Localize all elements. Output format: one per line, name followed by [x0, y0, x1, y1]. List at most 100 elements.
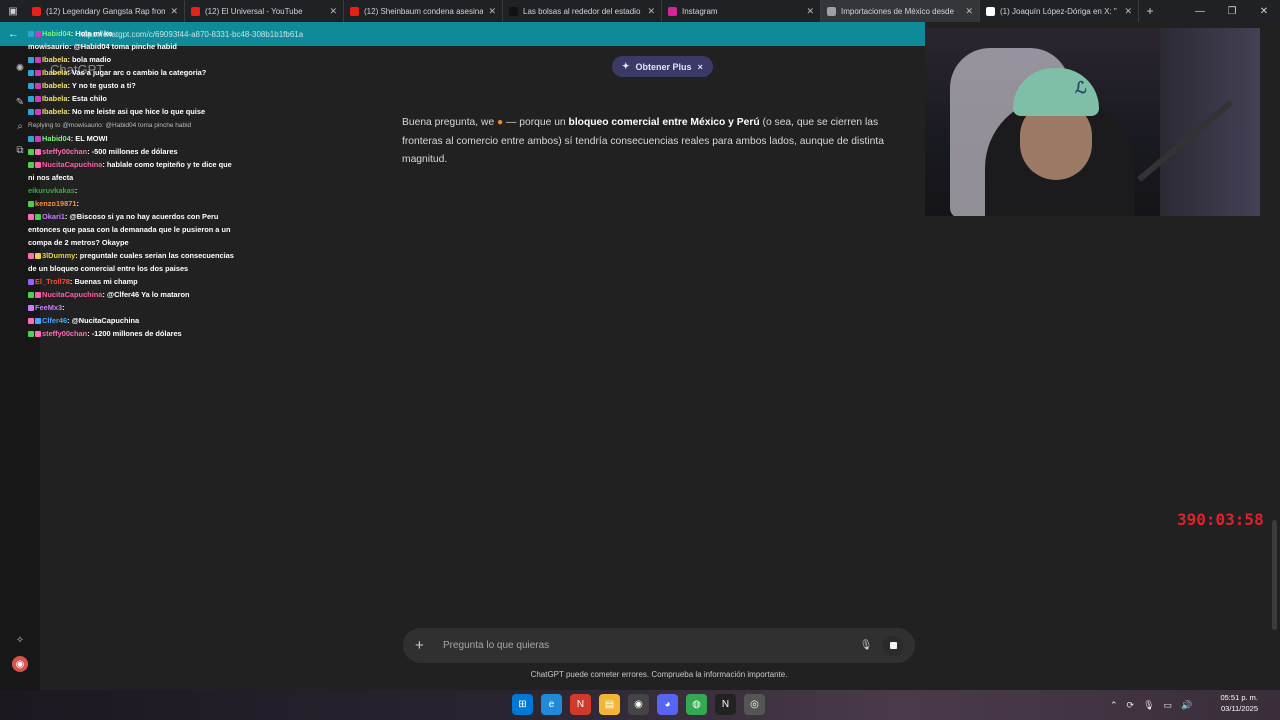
- microphone-icon[interactable]: 🎙: [857, 640, 875, 651]
- taskbar-clock[interactable]: 05:51 p. m. 03/11/2025: [1210, 692, 1258, 714]
- chatgpt-icon: [827, 6, 836, 16]
- chat-badge-icon: [28, 305, 34, 312]
- tab-title: Instagram: [682, 6, 718, 16]
- chevron-up-icon[interactable]: ⌃: [1110, 700, 1118, 711]
- chat-username[interactable]: mowisaurio: [28, 42, 69, 51]
- close-window-icon[interactable]: ✕: [1248, 6, 1280, 17]
- chat-username[interactable]: steffy00chan: [42, 147, 87, 156]
- chat-username[interactable]: Habid04: [42, 134, 71, 143]
- close-tab-icon[interactable]: ✕: [647, 6, 655, 17]
- chat-username[interactable]: Okari1: [42, 212, 65, 221]
- chat-username[interactable]: eikuruvkakas: [28, 186, 75, 195]
- scrollbar[interactable]: [1272, 520, 1277, 630]
- close-tab-icon[interactable]: ✕: [488, 6, 496, 17]
- chat-username[interactable]: steffy00chan: [42, 329, 87, 338]
- chat-badge-icon: [28, 331, 34, 338]
- tab-title: (1) Joaquín López-Dóriga en X: ": [1000, 6, 1117, 16]
- browser-tab[interactable]: Instagram ✕: [662, 0, 821, 22]
- back-arrow-icon[interactable]: ←: [8, 28, 19, 40]
- chat-username[interactable]: Ibabela: [42, 55, 67, 64]
- chat-message: steffy00chan: -500 millones de dólares: [28, 145, 238, 158]
- browser-tab[interactable]: (12) Sheinbaum condena asesina ✕: [344, 0, 503, 22]
- tab-actions-icon[interactable]: ▣: [0, 0, 26, 22]
- monitor-icon[interactable]: ▭: [1164, 700, 1173, 711]
- obs-icon[interactable]: ◉: [628, 694, 649, 715]
- close-tab-icon[interactable]: ✕: [965, 6, 973, 17]
- discord-icon[interactable]: ◕: [657, 694, 678, 715]
- chat-username[interactable]: 3lDummy: [42, 251, 75, 260]
- obs-studio-icon[interactable]: ◎: [744, 694, 765, 715]
- chat-message: Clfer46: @NucitaCapuchina: [28, 314, 238, 327]
- close-tab-icon[interactable]: ✕: [1124, 6, 1132, 17]
- get-plus-button[interactable]: ✦ Obtener Plus ×: [612, 56, 713, 77]
- file-explorer-icon[interactable]: ▤: [599, 694, 620, 715]
- chat-badge-icon: [28, 318, 34, 325]
- chat-username[interactable]: Habid04: [42, 29, 71, 38]
- youtube-icon: [32, 6, 41, 16]
- chat-message: eikuruvkakas:: [28, 184, 238, 197]
- microphone-icon[interactable]: 🎙: [1143, 700, 1154, 711]
- reply-context: Replying to @mowisaurio: @Habid04 toma p…: [28, 122, 192, 129]
- browser-tab[interactable]: Importaciones de México desde ✕: [821, 0, 980, 22]
- tab-title: (12) El Universal - YouTube: [205, 6, 303, 16]
- volume-icon[interactable]: 🔊: [1181, 700, 1192, 711]
- chatgpt-logo-icon[interactable]: ✺: [12, 60, 28, 76]
- prompt-input[interactable]: [437, 640, 857, 651]
- chat-username[interactable]: Clfer46: [42, 316, 67, 325]
- chat-username[interactable]: El_Troll78: [35, 277, 70, 286]
- chat-message: Ibabela: bola madio: [28, 53, 238, 66]
- close-icon[interactable]: ×: [698, 62, 703, 72]
- add-attachment-icon[interactable]: +: [415, 637, 437, 654]
- chat-badge-icon: [28, 201, 34, 208]
- chat-separator: :: [62, 303, 65, 312]
- chat-badge-icon: [28, 96, 34, 103]
- browser-tab[interactable]: (12) Legendary Gangsta Rap from ✕: [26, 0, 185, 22]
- chat-badge-icon: [28, 83, 34, 90]
- chat-badge-icon: [35, 109, 41, 116]
- chat-username[interactable]: FeeMx3: [35, 303, 62, 312]
- chat-username[interactable]: Ibabela: [42, 68, 67, 77]
- chat-badge-icon: [35, 331, 41, 338]
- stop-button[interactable]: [883, 635, 903, 656]
- close-tab-icon[interactable]: ✕: [170, 6, 178, 17]
- tab-title: Las bolsas al rededor del estadio: [523, 6, 641, 16]
- close-tab-icon[interactable]: ✕: [329, 6, 337, 17]
- chat-message: NucitaCapuchina: @Clfer46 Ya lo mataron: [28, 288, 238, 301]
- chat-message: steffy00chan: -1200 millones de dólares: [28, 327, 238, 340]
- edge-icon[interactable]: e: [541, 694, 562, 715]
- tab-title: (12) Legendary Gangsta Rap from: [46, 6, 166, 16]
- chat-text: @NucitaCapuchina: [71, 316, 140, 325]
- new-tab-button[interactable]: +: [1139, 4, 1161, 18]
- browser-tab[interactable]: Las bolsas al rededor del estadio ✕: [503, 0, 662, 22]
- clock-date: 03/11/2025: [1221, 704, 1258, 713]
- sync-icon[interactable]: ⟳: [1127, 700, 1135, 711]
- browser-tab[interactable]: (12) El Universal - YouTube ✕: [185, 0, 344, 22]
- chat-badge-icon: [28, 214, 34, 221]
- close-tab-icon[interactable]: ✕: [806, 6, 814, 17]
- chat-username[interactable]: Ibabela: [42, 94, 67, 103]
- chat-badge-icon: [28, 279, 34, 286]
- chat-username[interactable]: NucitaCapuchina: [42, 290, 102, 299]
- avatar[interactable]: ◉: [12, 656, 28, 672]
- chat-username[interactable]: Ibabela: [42, 81, 67, 90]
- minimize-icon[interactable]: —: [1184, 6, 1216, 17]
- search-icon[interactable]: ⌕: [12, 118, 28, 134]
- sparkle-icon[interactable]: ✧: [12, 632, 28, 648]
- chrome-icon[interactable]: ◍: [686, 694, 707, 715]
- chat-username[interactable]: kenzo19871: [35, 199, 77, 208]
- library-icon[interactable]: ⧉: [12, 142, 28, 158]
- chat-text: @Clfer46 Ya lo mataron: [106, 290, 190, 299]
- notion-icon[interactable]: N: [715, 694, 736, 715]
- news-icon[interactable]: N: [570, 694, 591, 715]
- windows-taskbar: ⊞ e N ▤ ◉ ◕ ◍ N ◎ ⌃ ⟳ 🎙 ▭ 🔊: [0, 690, 1280, 720]
- new-chat-icon[interactable]: ✎: [12, 94, 28, 110]
- maximize-icon[interactable]: ❐: [1216, 6, 1248, 17]
- browser-tab[interactable]: (1) Joaquín López-Dóriga en X: " ✕: [980, 0, 1139, 22]
- chat-username[interactable]: Ibabela: [42, 107, 67, 116]
- windows-start-icon[interactable]: ⊞: [512, 694, 533, 715]
- chat-text: -1200 millones de dólares: [91, 329, 182, 338]
- answer-text: Buena pregunta, we: [402, 117, 498, 128]
- chat-badge-icon: [28, 149, 34, 156]
- chat-username[interactable]: NucitaCapuchina: [42, 160, 102, 169]
- window-controls: — ❐ ✕: [1184, 6, 1280, 17]
